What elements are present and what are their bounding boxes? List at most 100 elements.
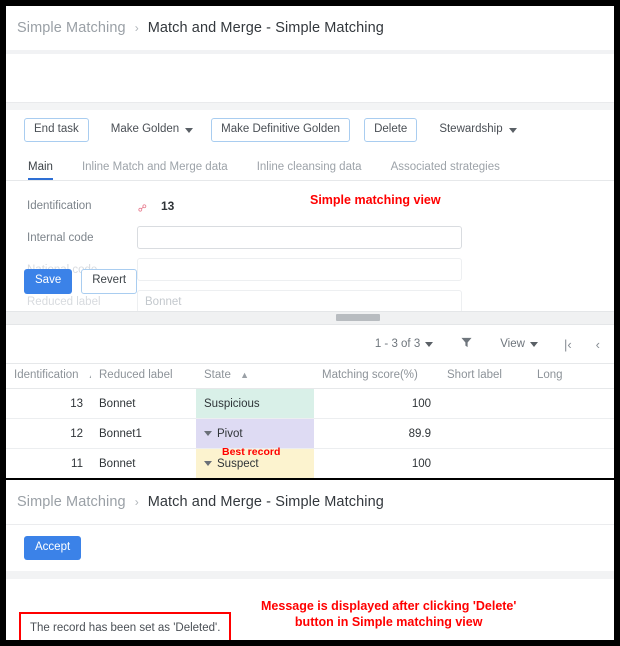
record-form: Identification ⚯ 13 Internal code Nation… (6, 181, 614, 311)
cell-matching-score: 100 (314, 448, 439, 478)
action-toolbar: End task Make Golden Make Definitive Gol… (6, 110, 614, 150)
bottom-breadcrumb: Simple Matching › Match and Merge - Simp… (6, 480, 614, 524)
horizontal-scrollbar-thumb[interactable] (336, 314, 380, 321)
identification-label: Identification (27, 199, 92, 212)
cell-reduced-label: Bonnet (91, 388, 196, 419)
save-button[interactable]: Save (24, 269, 73, 294)
form-row-internal-code: Internal code (6, 224, 614, 251)
cell-reduced-label: Bonnet (91, 448, 196, 478)
message-area: The record has been set as 'Deleted'. Me… (6, 579, 614, 640)
table-row[interactable]: 13 Bonnet Suspicious 100 (6, 388, 614, 419)
breadcrumb-current-page: Match and Merge - Simple Matching (147, 20, 384, 36)
delete-confirmation-view-panel: Simple Matching › Match and Merge - Simp… (6, 480, 614, 640)
chevron-down-icon (508, 127, 517, 133)
column-label: Long (537, 369, 563, 381)
revert-button[interactable]: Revert (81, 269, 138, 294)
tab-bar: Main Inline Match and Merge data Inline … (6, 150, 614, 181)
table-row[interactable]: 12 Bonnet1 Pivot 89.9 (6, 418, 614, 449)
column-header-short-label[interactable]: Short label (439, 363, 529, 389)
deleted-message-text: The record has been set as 'Deleted'. (30, 622, 221, 634)
previous-page-icon[interactable]: ‹ (584, 337, 612, 352)
annotation-simple-matching-view: Simple matching view (310, 193, 441, 207)
cell-state[interactable]: Suspicious (196, 388, 314, 419)
table-header-row: Identification ▲ Reduced label State ▲ M… (6, 363, 614, 389)
column-header-long-label[interactable]: Long (529, 363, 614, 389)
expand-row-icon[interactable] (204, 430, 212, 436)
tab-associated-strategies[interactable]: Associated strategies (391, 161, 500, 180)
national-code-input[interactable] (137, 258, 462, 281)
column-label: State (204, 369, 231, 381)
cell-short-label (439, 418, 529, 449)
save-revert-action-bar: Save Revert (24, 269, 138, 294)
breadcrumb: Simple Matching › Match and Merge - Simp… (6, 6, 614, 50)
identification-value: 13 (161, 198, 175, 213)
make-golden-label: Make Golden (110, 123, 180, 136)
cell-matching-score: 100 (314, 388, 439, 419)
cell-short-label (439, 448, 529, 478)
screenshot-root: Simple Matching › Match and Merge - Simp… (0, 0, 620, 646)
breadcrumb-root-link[interactable]: Simple Matching (17, 20, 126, 36)
tab-main[interactable]: Main (28, 161, 53, 180)
cell-state[interactable]: Pivot (196, 418, 314, 449)
delete-button[interactable]: Delete (364, 117, 418, 143)
horizontal-scrollbar[interactable] (6, 311, 614, 325)
bottom-breadcrumb-separator-icon: › (134, 495, 139, 509)
tab-inline-cleansing-data[interactable]: Inline cleansing data (257, 161, 362, 180)
annotation-best-record: Best record (222, 446, 281, 458)
reduced-label-label: Reduced label (27, 295, 101, 308)
panel-divider (6, 103, 614, 110)
annotation-delete-message-line1: Message is displayed after clicking 'Del… (261, 599, 517, 613)
deleted-message-box: The record has been set as 'Deleted'. (19, 612, 231, 640)
cell-long-label (529, 388, 614, 419)
column-header-reduced-label[interactable]: Reduced label (91, 363, 196, 389)
empty-panel-band (6, 54, 614, 103)
first-page-icon[interactable]: |‹ (552, 337, 584, 352)
chevron-down-icon (185, 127, 194, 133)
cell-short-label (439, 388, 529, 419)
message-divider (6, 571, 614, 579)
pagination-label: 1 - 3 of 3 (374, 338, 421, 350)
tab-inline-match-and-merge-data[interactable]: Inline Match and Merge data (82, 161, 228, 180)
stewardship-button[interactable]: Stewardship (431, 119, 524, 141)
cell-state[interactable]: Suspect Best record (196, 446, 314, 478)
accept-action-bar: Accept (6, 524, 614, 571)
internal-code-input[interactable] (137, 226, 462, 249)
column-label: Identification (14, 369, 79, 381)
make-definitive-golden-button[interactable]: Make Definitive Golden (211, 117, 351, 143)
cell-long-label (529, 418, 614, 449)
sort-ascending-icon: ▲ (240, 370, 249, 380)
match-results-table: Identification ▲ Reduced label State ▲ M… (6, 363, 614, 478)
expand-row-icon[interactable] (204, 460, 212, 466)
cell-matching-score: 89.9 (314, 418, 439, 449)
breadcrumb-separator-icon: › (134, 21, 139, 35)
column-header-identification[interactable]: Identification ▲ (6, 363, 97, 389)
table-row[interactable]: 11 Bonnet Suspect Best record 100 (6, 446, 614, 478)
column-label: Short label (447, 369, 502, 381)
annotation-delete-message: Message is displayed after clicking 'Del… (261, 599, 516, 630)
make-golden-button[interactable]: Make Golden (103, 119, 201, 141)
cell-identification: 12 (6, 418, 91, 449)
view-label: View (500, 338, 525, 350)
filter-button[interactable] (447, 337, 486, 351)
cell-identification: 11 (6, 448, 91, 478)
pagination-selector[interactable]: 1 - 3 of 3 (361, 338, 447, 350)
bottom-breadcrumb-root-link[interactable]: Simple Matching (17, 494, 126, 510)
stewardship-label: Stewardship (439, 123, 503, 136)
reduced-label-input[interactable] (137, 290, 462, 311)
column-header-matching-score[interactable]: Matching score(%) (314, 363, 439, 389)
bottom-breadcrumb-current-page: Match and Merge - Simple Matching (147, 494, 384, 510)
grid-toolbar: 1 - 3 of 3 View |‹ ‹ (6, 325, 614, 363)
simple-matching-view-panel: Simple Matching › Match and Merge - Simp… (6, 6, 614, 478)
cell-reduced-label: Bonnet1 (91, 418, 196, 449)
view-selector[interactable]: View (486, 338, 552, 350)
accept-button[interactable]: Accept (24, 535, 82, 561)
column-label: Matching score(%) (322, 369, 418, 381)
annotation-delete-message-line2: button in Simple matching view (294, 614, 483, 629)
state-label: Pivot (217, 427, 243, 440)
column-label: Reduced label (99, 369, 173, 381)
end-task-button[interactable]: End task (24, 117, 89, 143)
cell-long-label (529, 448, 614, 478)
state-label: Suspect (217, 457, 259, 470)
key-icon: ⚯ (135, 201, 151, 217)
column-header-state[interactable]: State ▲ (196, 363, 314, 389)
